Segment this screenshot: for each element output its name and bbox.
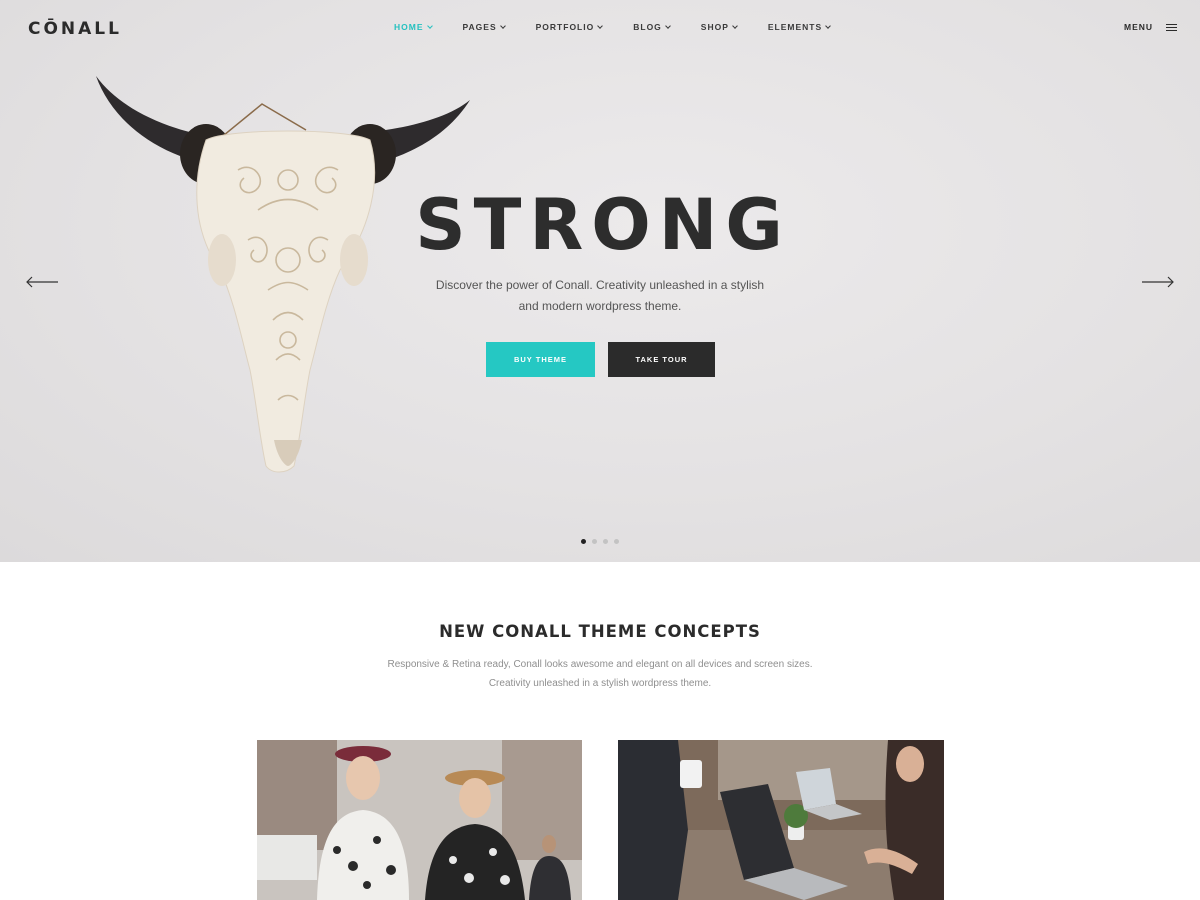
section-title: NEW CONALL THEME CONCEPTS [439,622,761,641]
nav-item-elements[interactable]: ELEMENTS [767,22,832,32]
nav-item-label: PAGES [462,22,497,32]
slider-pagination [581,539,625,544]
nav-item-label: HOME [394,22,424,32]
arrow-left-icon[interactable] [25,275,59,289]
section-subtitle: Responsive & Retina ready, Conall looks … [300,655,900,693]
main-nav: HOME PAGES PORTFOLIO BLOG SHOP ELEMENTS [394,22,861,32]
menu-label: MENU [1124,22,1154,33]
concept-card-business[interactable] [618,740,944,900]
nav-item-label: ELEMENTS [767,22,823,32]
take-tour-button[interactable]: TAKE TOUR [608,342,715,377]
side-menu-button[interactable]: MENU [1124,22,1178,33]
slide-dot[interactable] [592,539,597,544]
nav-item-portfolio[interactable]: PORTFOLIO [535,22,604,32]
chevron-down-icon [732,23,738,29]
hero-subtitle-line: and modern wordpress theme. [518,299,682,313]
chevron-down-icon [825,23,832,29]
nav-item-label: BLOG [633,22,662,32]
site-logo[interactable]: CŌNALL [28,19,122,39]
chevron-down-icon [664,23,671,29]
business-photo [618,740,944,900]
chevron-down-icon [597,23,604,29]
nav-item-blog[interactable]: BLOG [633,22,671,32]
hero-title: STRONG [415,184,791,266]
hero-slider: CŌNALL HOME PAGES PORTFOLIO BLOG SHOP EL… [0,0,1200,562]
chevron-down-icon [499,23,506,29]
slide-dot[interactable] [581,539,586,544]
hamburger-icon [1166,22,1178,33]
fashion-photo [257,740,582,900]
slide-dot[interactable] [603,539,608,544]
concept-card-fashion[interactable] [257,740,582,900]
slide-dot[interactable] [614,539,619,544]
nav-item-pages[interactable]: PAGES [462,22,506,32]
section-subtitle-line: Responsive & Retina ready, Conall looks … [387,659,813,670]
buy-theme-button[interactable]: BUY THEME [486,342,595,377]
nav-item-home[interactable]: HOME [394,22,433,32]
chevron-down-icon [426,23,433,29]
hero-subtitle: Discover the power of Conall. Creativity… [420,275,780,317]
hero-subtitle-line: Discover the power of Conall. Creativity… [435,278,765,292]
nav-item-label: PORTFOLIO [535,22,595,32]
site-header: CŌNALL HOME PAGES PORTFOLIO BLOG SHOP EL… [0,0,1200,56]
section-subtitle-line: Creativity unleashed in a stylish wordpr… [488,678,712,689]
nav-item-label: SHOP [700,22,729,32]
arrow-right-icon[interactable] [1141,275,1175,289]
nav-item-shop[interactable]: SHOP [700,22,738,32]
